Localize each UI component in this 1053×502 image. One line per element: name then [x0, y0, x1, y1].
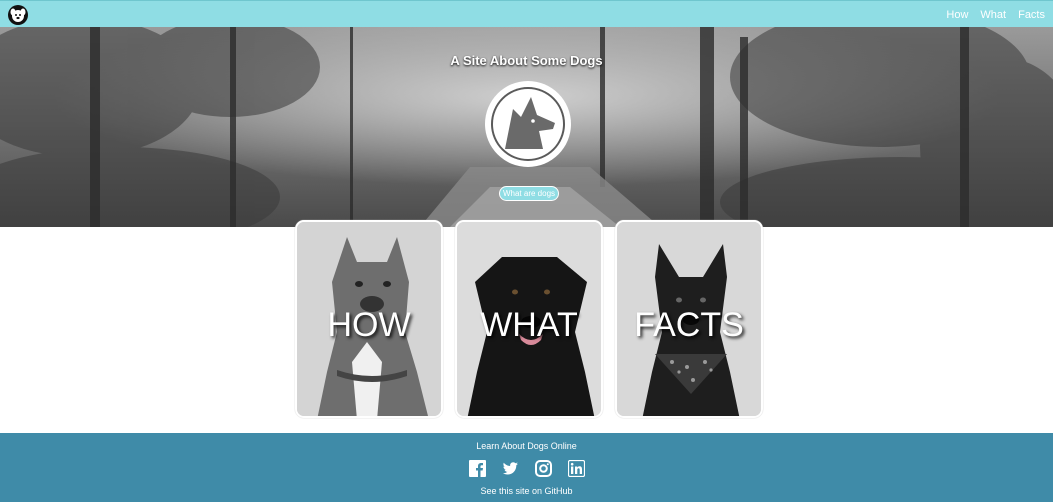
- card-label-facts: FACTS: [634, 306, 744, 344]
- card-how[interactable]: HOW: [295, 220, 443, 418]
- what-are-dogs-button[interactable]: What are dogs: [499, 186, 559, 201]
- hero-title: A Site About Some Dogs: [450, 53, 603, 68]
- nav-links: How What Facts: [946, 1, 1045, 28]
- nav-link-what[interactable]: What: [980, 9, 1006, 21]
- instagram-icon[interactable]: [535, 460, 552, 477]
- card-label-how: HOW: [327, 306, 411, 344]
- card-what[interactable]: WHAT: [455, 220, 603, 418]
- card-facts[interactable]: FACTS: [615, 220, 763, 418]
- facebook-icon[interactable]: [469, 460, 486, 477]
- twitter-icon[interactable]: [502, 460, 519, 477]
- dog-face-icon[interactable]: [8, 5, 28, 25]
- footer-title: Learn About Dogs Online: [476, 441, 577, 451]
- section-cards: HOW WHAT FACTS: [295, 220, 765, 420]
- dog-head-emblem-icon: [483, 79, 573, 169]
- social-links: [469, 460, 585, 477]
- hero-banner: A Site About Some Dogs What are dogs: [0, 27, 1053, 227]
- nav-link-how[interactable]: How: [946, 9, 968, 21]
- footer: Learn About Dogs Online See this site on…: [0, 433, 1053, 502]
- linkedin-icon[interactable]: [568, 460, 585, 477]
- card-label-what: WHAT: [480, 306, 578, 344]
- top-nav: How What Facts: [0, 0, 1053, 27]
- nav-link-facts[interactable]: Facts: [1018, 9, 1045, 21]
- github-link[interactable]: See this site on GitHub: [0, 486, 1053, 496]
